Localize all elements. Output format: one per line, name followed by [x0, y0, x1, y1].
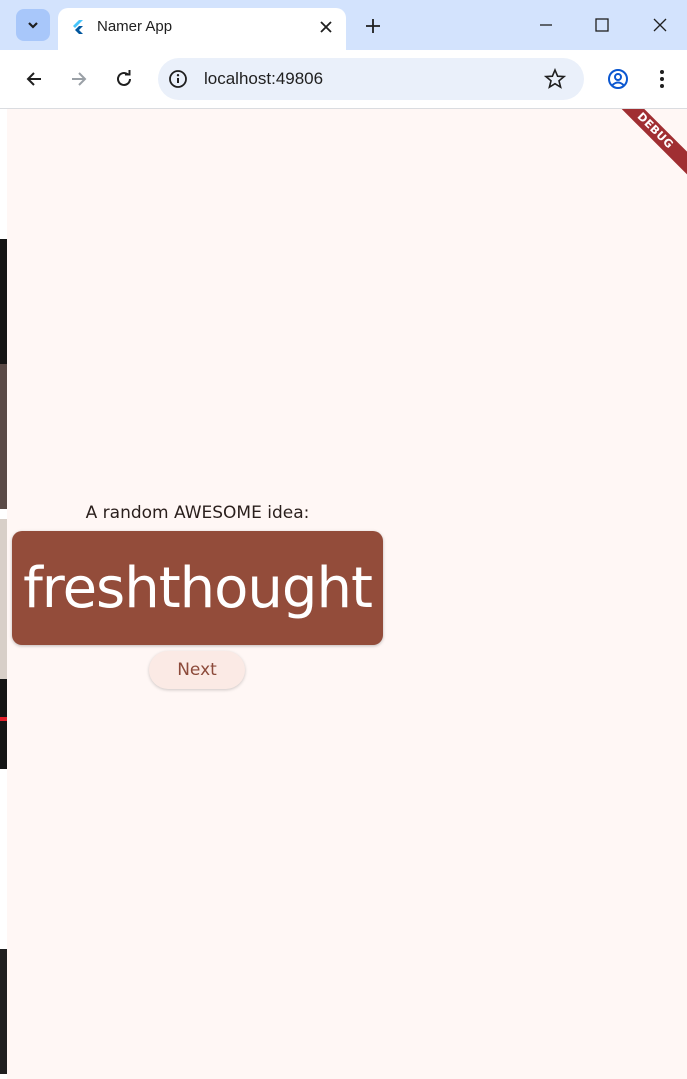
- idea-label: A random AWESOME idea:: [85, 503, 310, 523]
- window-close-button[interactable]: [645, 10, 675, 40]
- strip-block: [0, 239, 7, 364]
- back-button[interactable]: [19, 64, 49, 94]
- profile-button[interactable]: [603, 64, 633, 94]
- browser-toolbar: localhost:49806: [0, 50, 687, 109]
- minimize-button[interactable]: [531, 10, 561, 40]
- strip-block: [0, 949, 7, 1074]
- plus-icon: [366, 19, 380, 33]
- tab-title: Namer App: [97, 18, 173, 35]
- strip-block: [0, 364, 7, 509]
- tab-strip: Namer App: [0, 0, 687, 50]
- menu-icon: [660, 70, 664, 88]
- strip-block: [0, 519, 7, 679]
- profile-icon: [608, 69, 628, 89]
- reload-icon: [117, 70, 131, 86]
- strip-block: [0, 717, 7, 721]
- chevron-down-icon: [28, 22, 38, 29]
- idea-text: freshthought: [23, 555, 373, 621]
- menu-button[interactable]: [647, 64, 677, 94]
- maximize-icon: [595, 18, 609, 32]
- close-icon: [320, 21, 332, 33]
- app-page: DEBUG A random AWESOME idea: freshthough…: [0, 109, 687, 1079]
- debug-banner: DEBUG: [606, 109, 687, 180]
- maximize-button[interactable]: [587, 10, 617, 40]
- minimize-icon: [540, 24, 552, 26]
- info-icon[interactable]: [168, 69, 188, 89]
- flutter-icon: [73, 20, 83, 34]
- background-window-strip: [0, 109, 7, 1079]
- new-tab-button[interactable]: [360, 13, 386, 39]
- strip-block: [0, 679, 7, 769]
- browser-tab[interactable]: Namer App: [58, 8, 346, 50]
- reload-button[interactable]: [109, 64, 139, 94]
- forward-icon: [72, 72, 87, 86]
- next-button[interactable]: Next: [149, 651, 245, 689]
- address-bar[interactable]: localhost:49806: [158, 58, 584, 100]
- idea-card: freshthought: [12, 531, 383, 645]
- window-close-icon: [653, 18, 667, 32]
- tab-search-button[interactable]: [16, 9, 50, 41]
- back-icon: [26, 72, 41, 86]
- tab-close-button[interactable]: [316, 17, 336, 37]
- forward-button[interactable]: [64, 64, 94, 94]
- url-text[interactable]: localhost:49806: [204, 69, 323, 89]
- star-icon[interactable]: [544, 68, 566, 90]
